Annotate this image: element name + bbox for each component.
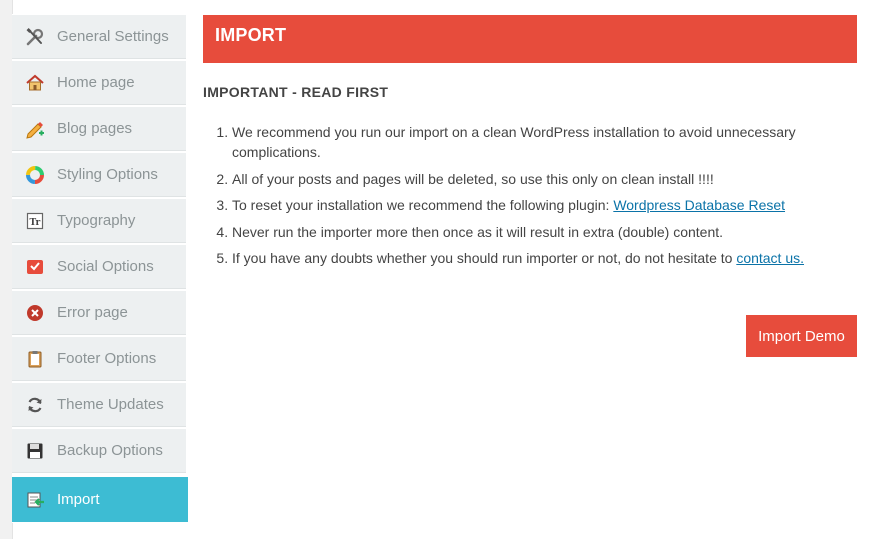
- options-sidebar: General Settings Home page Blog pages St…: [12, 14, 188, 523]
- sidebar-item-label: Backup Options: [57, 442, 163, 459]
- list-item: All of your posts and pages will be dele…: [232, 169, 882, 189]
- section-header: IMPORT: [203, 15, 857, 63]
- page-title: IMPORT: [215, 25, 287, 45]
- list-item-text: All of your posts and pages will be dele…: [232, 170, 714, 187]
- sidebar-item-footer-options[interactable]: Footer Options: [12, 336, 186, 381]
- sidebar-item-error-page[interactable]: Error page: [12, 290, 186, 335]
- sidebar-item-import[interactable]: Import: [12, 477, 188, 522]
- list-item-text: We recommend you run our import on a cle…: [232, 124, 796, 160]
- pencil-icon: [25, 119, 45, 139]
- sidebar-item-label: Error page: [57, 304, 128, 321]
- error-icon: [25, 303, 45, 323]
- sidebar-item-label: Social Options: [57, 258, 154, 275]
- contact-us-link[interactable]: contact us.: [736, 250, 804, 266]
- home-icon: [25, 73, 45, 93]
- sidebar-item-blog-pages[interactable]: Blog pages: [12, 106, 186, 151]
- sidebar-item-label: Styling Options: [57, 166, 158, 183]
- tools-icon: [25, 27, 45, 47]
- sidebar-item-label: General Settings: [57, 28, 169, 45]
- sidebar-item-label: Typography: [57, 212, 136, 229]
- list-item: To reset your installation we recommend …: [232, 195, 882, 215]
- social-icon: [25, 257, 45, 277]
- sidebar-item-label: Footer Options: [57, 350, 157, 367]
- list-item-text: Never run the importer more then once as…: [232, 223, 724, 240]
- sidebar-item-backup-options[interactable]: Backup Options: [12, 428, 186, 473]
- import-icon: [25, 490, 45, 510]
- app-frame: General Settings Home page Blog pages St…: [0, 0, 887, 539]
- database-reset-link[interactable]: Wordpress Database Reset: [613, 197, 785, 213]
- sidebar-item-general-settings[interactable]: General Settings: [12, 14, 186, 59]
- sidebar-item-label: Theme Updates: [57, 396, 164, 413]
- svg-text:Tr: Tr: [30, 218, 41, 228]
- list-item: Never run the importer more then once as…: [232, 222, 882, 242]
- color-wheel-icon: [25, 165, 45, 185]
- sidebar-item-label: Home page: [57, 74, 135, 91]
- sidebar-item-label: Blog pages: [57, 120, 133, 137]
- list-item-text: To reset your installation we recommend …: [232, 197, 614, 213]
- refresh-icon: [25, 395, 45, 415]
- typography-icon: Tr: [25, 211, 45, 231]
- list-item-text: If you have any doubts whether you shoul…: [232, 250, 737, 266]
- section-subheading: IMPORTANT - READ FIRST: [203, 84, 389, 100]
- save-icon: [25, 441, 45, 461]
- sidebar-item-label: Import: [57, 491, 100, 508]
- instructions-list: We recommend you run our import on a cle…: [212, 122, 882, 275]
- sidebar-item-home-page[interactable]: Home page: [12, 60, 186, 105]
- sidebar-item-styling-options[interactable]: Styling Options: [12, 152, 186, 197]
- import-demo-button[interactable]: Import Demo: [746, 315, 857, 357]
- clipboard-icon: [25, 349, 45, 369]
- sidebar-item-theme-updates[interactable]: Theme Updates: [12, 382, 186, 427]
- sidebar-item-typography[interactable]: Tr Typography: [12, 198, 186, 243]
- list-item: We recommend you run our import on a cle…: [232, 122, 882, 162]
- list-item: If you have any doubts whether you shoul…: [232, 248, 882, 268]
- sidebar-item-social-options[interactable]: Social Options: [12, 244, 186, 289]
